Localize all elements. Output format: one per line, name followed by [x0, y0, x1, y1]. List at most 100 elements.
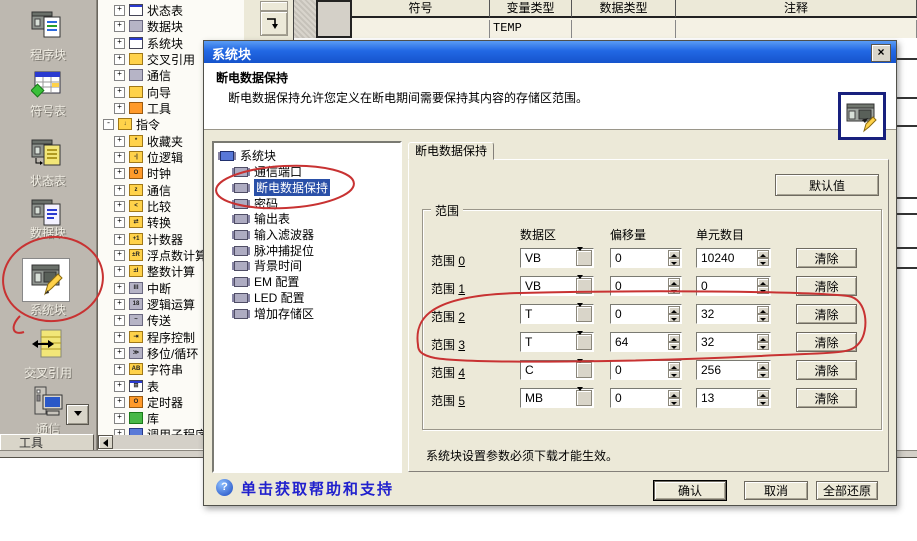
units-input[interactable]: 32 — [696, 332, 771, 352]
expand-toggle[interactable]: + — [114, 348, 125, 359]
col-header-data-type[interactable]: 数据类型 — [572, 0, 676, 18]
expand-toggle[interactable]: + — [114, 70, 125, 81]
dialog-tree-root[interactable]: 系统块 — [217, 148, 276, 163]
clear-button[interactable]: 清除 — [796, 248, 857, 268]
tree-item-interrupt[interactable]: +III中断 — [114, 280, 171, 296]
expand-toggle[interactable]: + — [114, 413, 125, 424]
offset-input[interactable]: 0 — [610, 360, 682, 380]
dialog-tree-item-input-filter[interactable]: 输入滤波器 — [231, 227, 314, 242]
cell-comment[interactable] — [676, 20, 917, 38]
spin-up-icon[interactable] — [668, 362, 680, 370]
tree-item-shift-rotate[interactable]: +≫移位/循环 — [114, 345, 198, 361]
clear-button[interactable]: 清除 — [796, 360, 857, 380]
spin-down-icon[interactable] — [757, 258, 769, 266]
expand-toggle[interactable]: + — [114, 87, 125, 98]
tree-item-convert[interactable]: +⇄转换 — [114, 214, 171, 230]
tree-item-cross-reference[interactable]: +交叉引用 — [114, 51, 195, 67]
dialog-tree-item-password[interactable]: 密码 — [231, 196, 278, 211]
sidebar-item-cross-reference[interactable] — [0, 328, 96, 362]
spin-down-icon[interactable] — [757, 398, 769, 406]
offset-input[interactable]: 0 — [610, 304, 682, 324]
spin-up-icon[interactable] — [668, 390, 680, 398]
dialog-tree-item-comm-port[interactable]: 通信端口 — [231, 164, 302, 179]
offset-input[interactable]: 0 — [610, 276, 682, 296]
cancel-button[interactable]: 取消 — [744, 481, 808, 500]
tree-item-table[interactable]: +⊞表 — [114, 378, 159, 394]
dropdown-arrow-icon[interactable] — [576, 362, 592, 378]
dialog-tree-item-output-table[interactable]: 输出表 — [231, 211, 290, 226]
col-header-symbol[interactable]: 符号 — [352, 0, 490, 18]
units-input[interactable]: 0 — [696, 276, 771, 296]
data-area-select[interactable]: VB — [520, 276, 594, 296]
sidebar-item-system-block[interactable] — [0, 262, 96, 296]
sidebar-item-symbol-table[interactable] — [0, 70, 96, 100]
expand-toggle[interactable]: + — [114, 217, 125, 228]
tree-item-instructions[interactable]: -↓指令 — [103, 116, 160, 132]
tree-item-clock[interactable]: +O时钟 — [114, 165, 171, 181]
dropdown-arrow-icon[interactable] — [576, 278, 592, 294]
close-button[interactable]: × — [871, 44, 891, 62]
tree-item-libraries[interactable]: +库 — [114, 410, 159, 426]
collapse-toggle[interactable]: - — [103, 119, 114, 130]
dialog-tree-item-background-time[interactable]: 背景时间 — [231, 258, 302, 273]
data-area-select[interactable]: T — [520, 304, 594, 324]
data-area-select[interactable]: C — [520, 360, 594, 380]
spin-down-icon[interactable] — [668, 370, 680, 378]
tab-retentive-data[interactable]: 断电数据保持 — [408, 142, 494, 160]
tree-item-program-control[interactable]: +⇥程序控制 — [114, 329, 195, 345]
tools-band-header[interactable]: 工具 — [0, 434, 94, 451]
expand-toggle[interactable]: + — [114, 315, 125, 326]
expand-toggle[interactable]: + — [114, 266, 125, 277]
spin-up-icon[interactable] — [757, 362, 769, 370]
tree-item-timers[interactable]: +O定时器 — [114, 394, 183, 410]
tree-item-data-block[interactable]: +数据块 — [114, 18, 183, 34]
spin-down-icon[interactable] — [757, 342, 769, 350]
help-icon[interactable]: ? — [216, 479, 233, 496]
units-input[interactable]: 10240 — [696, 248, 771, 268]
clear-button[interactable]: 清除 — [796, 276, 857, 296]
units-input[interactable]: 13 — [696, 388, 771, 408]
expand-toggle[interactable]: + — [114, 168, 125, 179]
cell-symbol[interactable] — [352, 20, 490, 38]
data-area-select[interactable]: T — [520, 332, 594, 352]
default-values-button[interactable]: 默认值 — [775, 174, 879, 196]
next-row-button[interactable] — [260, 11, 288, 36]
dropdown-arrow-icon[interactable] — [576, 306, 592, 322]
spin-up-icon[interactable] — [757, 334, 769, 342]
spin-down-icon[interactable] — [757, 314, 769, 322]
dropdown-arrow-icon[interactable] — [576, 250, 592, 266]
units-input[interactable]: 32 — [696, 304, 771, 324]
cell-data-type[interactable] — [572, 20, 676, 38]
spin-up-icon[interactable] — [757, 306, 769, 314]
sidebar-item-status-chart[interactable] — [0, 138, 96, 170]
dialog-tree-item-led-config[interactable]: LED 配置 — [231, 290, 305, 305]
sidebar-item-program-block[interactable] — [0, 8, 96, 40]
cell-var-type[interactable]: TEMP — [490, 20, 572, 38]
tree-item-status-table[interactable]: +状态表 — [114, 2, 183, 18]
expand-toggle[interactable]: + — [114, 103, 125, 114]
spin-down-icon[interactable] — [757, 286, 769, 294]
offset-input[interactable]: 64 — [610, 332, 682, 352]
offset-input[interactable]: 0 — [610, 388, 682, 408]
spin-up-icon[interactable] — [757, 278, 769, 286]
dropdown-arrow-icon[interactable] — [576, 390, 592, 406]
restore-all-button[interactable]: 全部还原 — [816, 481, 878, 500]
tree-item-move[interactable]: +~传送 — [114, 312, 171, 328]
col-header-comment[interactable]: 注释 — [676, 0, 917, 18]
ok-button[interactable]: 确认 — [654, 481, 726, 500]
tree-item-integer-math[interactable]: +±I整数计算 — [114, 263, 195, 279]
spin-down-icon[interactable] — [668, 398, 680, 406]
spin-up-icon[interactable] — [668, 250, 680, 258]
tree-item-logic-operations[interactable]: +18逻辑运算 — [114, 296, 195, 312]
data-area-select[interactable]: MB — [520, 388, 594, 408]
expand-toggle[interactable]: + — [114, 397, 125, 408]
scroll-left-button[interactable] — [98, 435, 113, 449]
help-link[interactable]: 单击获取帮助和支持 — [241, 478, 394, 499]
tree-item-counters[interactable]: ++1计数器 — [114, 231, 183, 247]
tree-item-communications[interactable]: +通信 — [114, 67, 171, 83]
dialog-tree-item-retentive-data[interactable]: 断电数据保持 — [231, 180, 330, 195]
col-header-var-type[interactable]: 变量类型 — [490, 0, 572, 18]
expand-toggle[interactable]: + — [114, 185, 125, 196]
spin-down-icon[interactable] — [668, 342, 680, 350]
tree-item-wizard[interactable]: +向导 — [114, 84, 171, 100]
